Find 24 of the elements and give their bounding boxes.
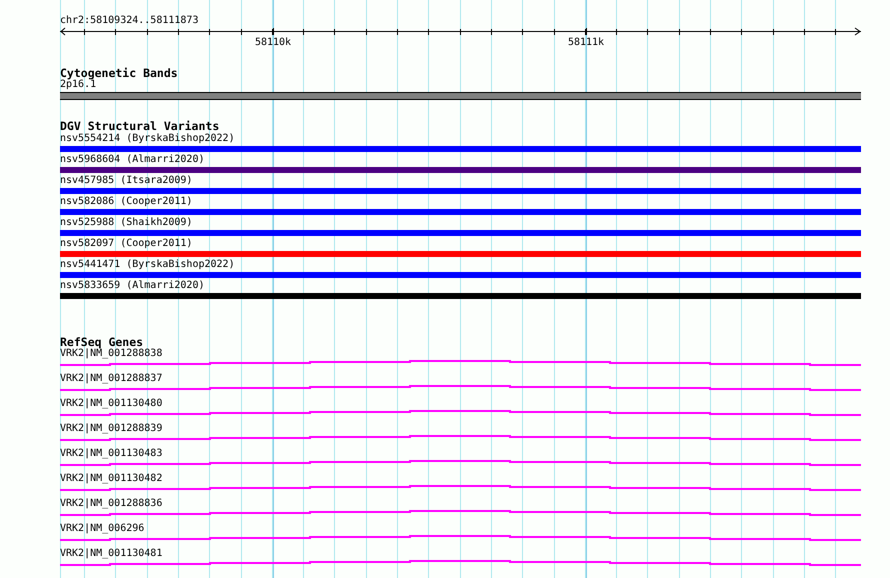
track-title: RefSeq Genes [60, 336, 144, 348]
tick-label: 58110k [254, 37, 292, 48]
feature-label: nsv5554214 (ByrskaBishop2022) [60, 133, 235, 145]
feature-label: VRK2|NM_001288836 [60, 498, 162, 510]
track-title: Cytogenetic Bands [60, 67, 178, 79]
feature-label: nsv5833659 (Almarri2020) [60, 280, 204, 292]
feature-label: 2p16.1 [60, 79, 96, 91]
track-title: DGV Structural Variants [60, 120, 220, 132]
feature-label: VRK2|NM_001130482 [60, 473, 162, 485]
feature-label: nsv582086 (Cooper2011) [60, 196, 192, 208]
feature-label: VRK2|NM_001130480 [60, 398, 162, 410]
feature-label: nsv457985 (Itsara2009) [60, 175, 192, 187]
feature-label: nsv525988 (Shaikh2009) [60, 217, 192, 229]
feature-label: VRK2|NM_001288838 [60, 348, 162, 360]
feature-label: nsv5441471 (ByrskaBishop2022) [60, 259, 235, 271]
feature-label: nsv5968604 (Almarri2020) [60, 154, 204, 166]
feature-label: VRK2|NM_001288839 [60, 423, 162, 435]
feature-label: VRK2|NM_001130483 [60, 448, 162, 460]
location-label: chr2:58109324..58111873 [60, 15, 198, 27]
feature-label: VRK2|NM_006296 [60, 523, 144, 535]
feature-label: nsv582097 (Cooper2011) [60, 238, 192, 250]
feature-label: VRK2|NM_001288837 [60, 373, 162, 385]
tick-label: 58111k [568, 37, 604, 48]
feature-label: VRK2|NM_001130481 [60, 548, 162, 560]
